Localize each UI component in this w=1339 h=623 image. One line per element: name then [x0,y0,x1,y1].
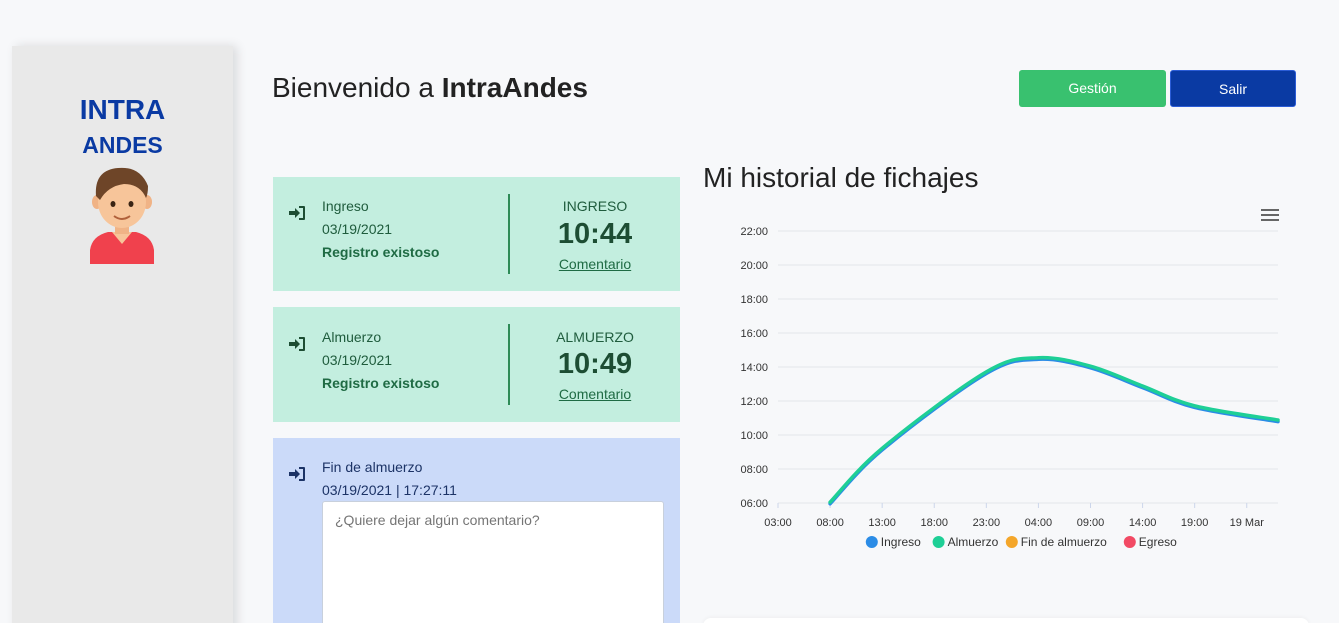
card-date: 03/19/2021 [322,352,393,368]
x-tick-label: 19 Mar [1230,517,1265,529]
welcome-brand: IntraAndes [441,72,588,103]
logo-line2: ANDES [82,132,163,158]
card-status: Registro existoso [322,244,440,260]
checkin-card-almuerzo: Almuerzo 03/19/2021 Registro existoso AL… [273,307,680,422]
gestion-button[interactable]: Gestión [1019,70,1166,107]
card-datetime: 03/19/2021 | 17:27:11 [322,482,457,498]
history-chart: 06:00 08:00 10:00 12:00 14:00 16:00 18:00 20:00… [740,226,1280,549]
card-status: Registro existoso [322,375,440,391]
legend-label: Ingreso [881,535,921,549]
card-type: Almuerzo [322,329,382,345]
legend-marker [932,536,945,548]
x-tick-label: 08:00 [816,517,844,529]
card-type: Fin de almuerzo [322,459,423,475]
sign-in-icon [289,467,305,481]
user-avatar-icon [90,167,154,264]
sign-in-icon [289,337,305,351]
x-tick-label: 03:00 [764,517,792,529]
chart-title: Mi historial de fichajes [703,162,979,193]
legend-marker [1123,536,1136,548]
x-tick-label: 09:00 [1077,517,1105,529]
series-line-ingreso [828,357,1280,506]
series-line-almuerzo [828,355,1280,504]
x-tick-label: 04:00 [1025,517,1053,529]
welcome-prefix: Bienvenido a [272,72,442,103]
comment-link[interactable]: Comentario [510,386,680,402]
card-right-label: INGRESO [562,198,628,214]
comment-textarea[interactable] [322,501,664,623]
checkin-card-ingreso: Ingreso 03/19/2021 Registro existoso ING… [273,177,680,291]
y-tick-label: 22:00 [740,226,768,238]
legend-marker [1005,536,1018,548]
welcome-heading: Bienvenido a IntraAndes [272,72,588,104]
salir-button[interactable]: Salir [1170,70,1296,107]
y-tick-label: 12:00 [740,396,768,408]
x-tick-label: 19:00 [1181,517,1209,529]
card-right-label: ALMUERZO [556,329,634,345]
y-tick-label: 10:00 [740,430,768,442]
legend-marker [865,536,878,548]
card-time: 10:49 [557,348,633,380]
y-tick-label: 18:00 [740,294,768,306]
legend-label: Egreso [1139,535,1177,549]
checkin-card-fin-almuerzo: Fin de almuerzo 03/19/2021 | 17:27:11 [273,438,680,623]
sidebar: INTRA ANDES [12,46,233,623]
y-tick-label: 06:00 [740,498,768,510]
x-tick-label: 14:00 [1129,517,1157,529]
sign-in-icon [289,206,305,220]
card-time: 10:44 [557,218,633,250]
x-tick-label: 13:00 [868,517,896,529]
x-tick-label: 23:00 [973,517,1001,529]
bottom-panel [703,618,1309,623]
legend-label: Fin de almuerzo [1021,535,1107,549]
y-tick-label: 20:00 [740,260,768,272]
legend-label: Almuerzo [948,535,999,549]
comment-link[interactable]: Comentario [510,256,680,272]
x-tick-label: 18:00 [920,517,948,529]
card-date: 03/19/2021 [322,221,393,237]
y-tick-label: 14:00 [740,362,768,374]
y-tick-label: 08:00 [740,464,768,476]
card-type: Ingreso [322,198,369,214]
y-tick-label: 16:00 [740,328,768,340]
logo-line1: INTRA [79,94,166,125]
